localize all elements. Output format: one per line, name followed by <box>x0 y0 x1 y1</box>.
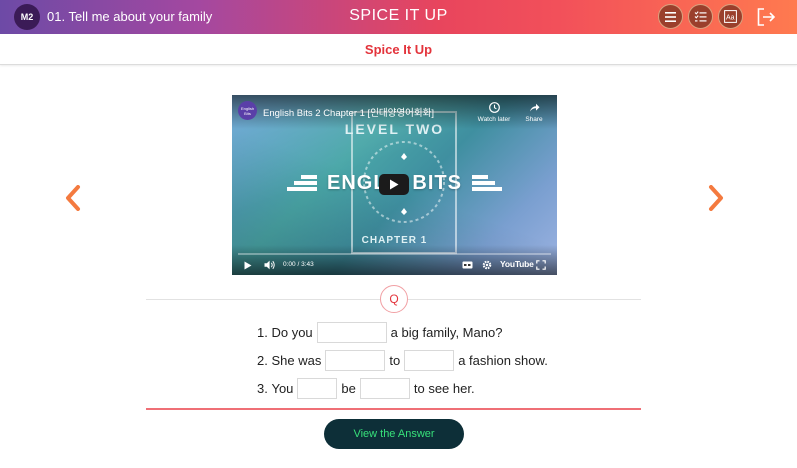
chevron-right-icon <box>709 185 723 211</box>
video-time: 0:00 / 3:43 <box>283 261 314 268</box>
big-play-button[interactable] <box>379 174 409 195</box>
next-button[interactable] <box>704 183 728 213</box>
question-text: a big family, Mano? <box>390 324 503 340</box>
exit-button[interactable] <box>754 5 778 29</box>
divider-right <box>408 299 641 300</box>
share-button[interactable]: Share <box>514 102 554 123</box>
captions-button[interactable] <box>460 258 474 272</box>
captions-icon <box>462 261 472 269</box>
view-answer-button[interactable]: View the Answer <box>324 419 464 449</box>
question-2: 2. She was to a fashion show. <box>257 349 548 371</box>
module-badge: M2 <box>14 4 40 30</box>
question-3: 3. You be to see her. <box>257 377 475 399</box>
watch-later-button[interactable]: Watch later <box>474 102 514 123</box>
menu-button[interactable] <box>658 4 683 29</box>
video-title[interactable]: English Bits 2 Chapter 1 [인대양영어회화] <box>263 105 434 119</box>
gear-icon <box>482 260 492 270</box>
question-text: You <box>271 380 294 396</box>
share-label: Share <box>525 116 543 123</box>
fullscreen-icon <box>536 260 546 270</box>
video-progress-bar[interactable] <box>238 253 551 255</box>
checklist-button[interactable] <box>688 4 713 29</box>
section-title: Spice It Up <box>0 34 797 65</box>
play-icon <box>390 179 399 190</box>
lesson-title: 01. Tell me about your family <box>47 9 213 24</box>
font-size-button[interactable]: Aa <box>718 4 743 29</box>
menu-icon <box>665 11 676 22</box>
question-marker: Q <box>380 285 408 313</box>
divider-left <box>146 299 380 300</box>
question-text: to see her. <box>413 380 475 396</box>
question-number: 2. <box>257 352 268 368</box>
question-number: 1. <box>257 324 268 340</box>
checklist-icon <box>694 10 707 21</box>
share-icon <box>529 103 539 112</box>
exit-icon <box>757 8 776 26</box>
clock-icon <box>488 102 500 113</box>
answer-field-1a[interactable] <box>316 321 387 343</box>
question-text: Do you <box>271 324 313 340</box>
settings-button[interactable] <box>480 258 494 272</box>
answer-field-3b[interactable] <box>359 377 410 399</box>
svg-text:Aa: Aa <box>726 15 735 22</box>
question-number: 3. <box>257 380 268 396</box>
question-text: a fashion show. <box>458 352 548 368</box>
font-size-icon: Aa <box>724 10 737 23</box>
watch-later-label: Watch later <box>477 116 511 123</box>
play-control-button[interactable] <box>241 258 255 272</box>
previous-button[interactable] <box>61 183 85 213</box>
video-player[interactable]: LEVEL TWO ENGL BITS CHAPTER 1 English Bi… <box>232 95 557 275</box>
question-text: be <box>341 380 356 396</box>
play-icon <box>244 261 252 269</box>
fullscreen-button[interactable] <box>534 258 548 272</box>
answer-field-3a[interactable] <box>297 377 338 399</box>
top-bar: M2 01. Tell me about your family SPICE I… <box>0 0 797 34</box>
question-1: 1. Do you a big family, Mano? <box>257 321 502 343</box>
volume-button[interactable] <box>262 258 278 272</box>
chevron-left-icon <box>66 185 80 211</box>
question-text: to <box>389 352 401 368</box>
volume-icon <box>264 260 275 270</box>
answer-field-2b[interactable] <box>404 349 455 371</box>
answer-field-2a[interactable] <box>325 349 386 371</box>
channel-avatar[interactable]: English Bits <box>238 101 257 120</box>
youtube-logo[interactable]: YouTube <box>500 259 534 269</box>
question-text: She was <box>271 352 322 368</box>
section-divider <box>146 408 641 410</box>
